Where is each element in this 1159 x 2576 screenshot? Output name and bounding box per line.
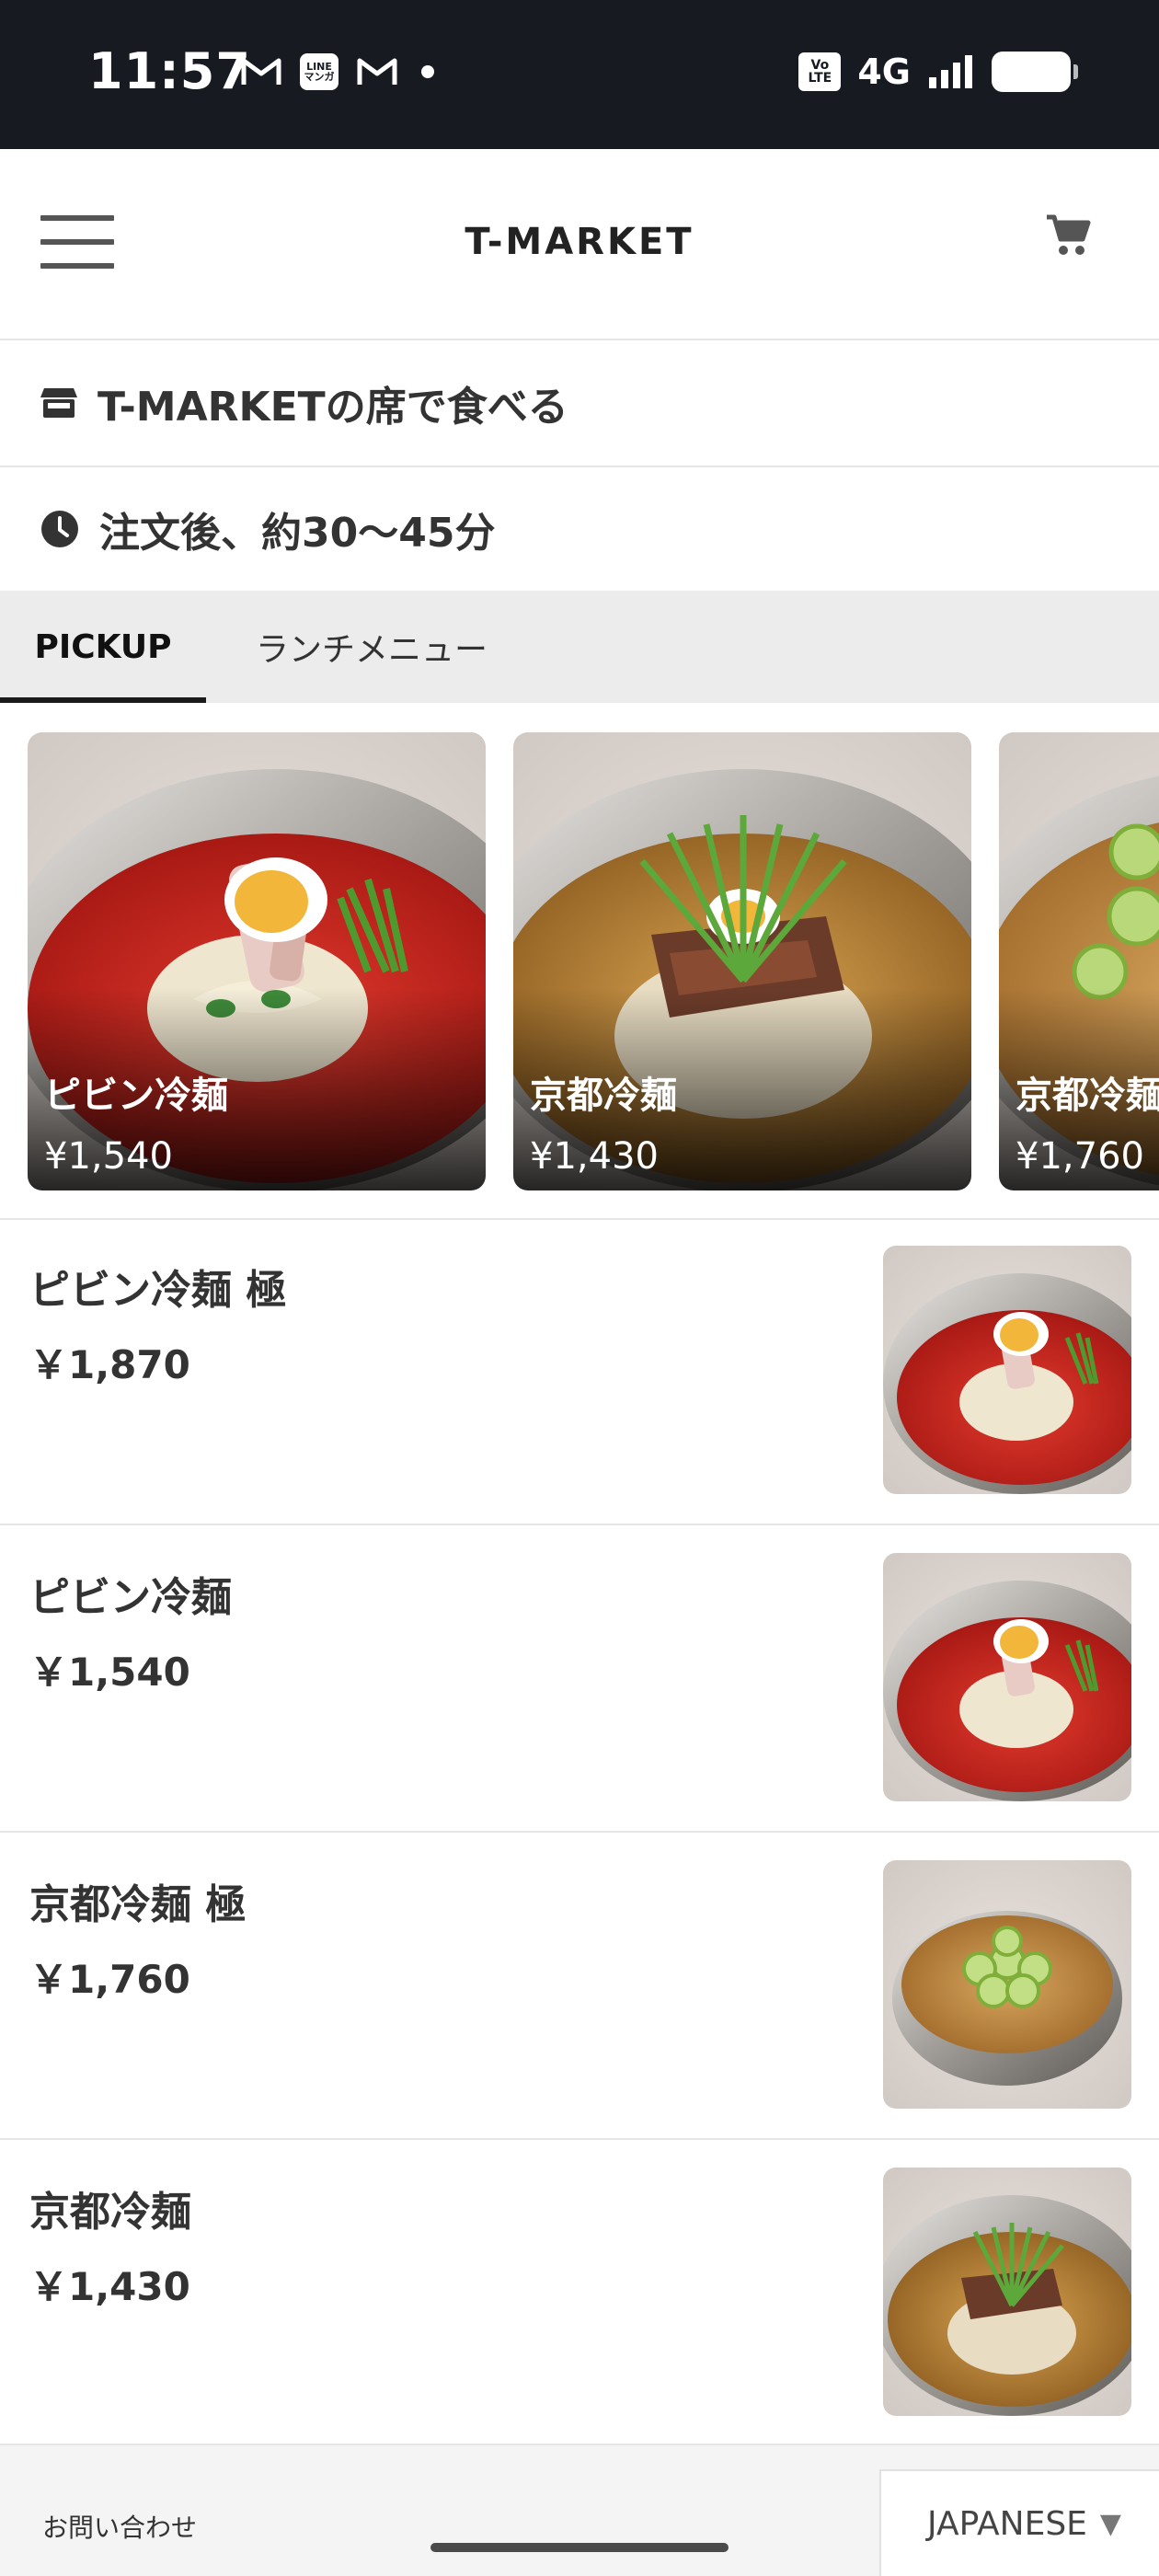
system-icons: Vo LTE 4G <box>798 52 1078 92</box>
pickup-card-price: ¥1,760 <box>1016 1135 1144 1178</box>
category-tabs: PICKUP ランチメニュー <box>0 591 1159 703</box>
status-bar: 11:57 LINE マンガ Vo LTE 4G <box>0 0 1159 149</box>
pickup-card-name: 京都冷麺 <box>530 1075 677 1117</box>
pickup-card[interactable]: 京都冷麺 ¥1,760 <box>999 732 1159 1190</box>
menu-item-image <box>883 2168 1131 2416</box>
menu-item-name: 京都冷麺 <box>29 2189 191 2236</box>
home-indicator[interactable] <box>430 2543 729 2552</box>
notification-icons: LINE マンガ <box>241 53 434 90</box>
wait-time-label: 注文後、約30〜45分 <box>99 510 496 557</box>
app-header: T-MARKET <box>0 149 1159 340</box>
battery-icon <box>992 52 1078 92</box>
gmail-icon <box>241 58 281 85</box>
volte-icon: Vo LTE <box>798 52 842 91</box>
menu-item-price: ￥1,430 <box>29 2264 190 2309</box>
pickup-card-name: ピビン冷麺 <box>44 1075 228 1117</box>
dot-icon <box>421 65 434 78</box>
menu-item-name: 京都冷麺 極 <box>29 1881 247 1928</box>
menu-item-price: ￥1,870 <box>29 1342 190 1387</box>
language-select[interactable]: JAPANESE ▼ <box>879 2469 1159 2576</box>
menu-item-image <box>883 1860 1131 2109</box>
menu-item[interactable]: ピビン冷麺 極 ￥1,870 <box>0 1220 1159 1525</box>
cart-icon[interactable] <box>1045 212 1093 259</box>
pickup-card-price: ¥1,430 <box>530 1135 659 1178</box>
menu-item[interactable]: 京都冷麺 ￥1,430 <box>0 2142 1159 2447</box>
menu-item-image <box>883 1553 1131 1801</box>
clock-icon <box>41 511 78 547</box>
pickup-carousel[interactable]: ピビン冷麺 ¥1,540 京都冷麺 ¥1,430 京都冷麺 ¥1,760 <box>0 703 1159 1220</box>
menu-item-name: ピビン冷麺 極 <box>29 1267 287 1314</box>
footer: お問い合わせ JAPANESE ▼ <box>0 2444 1159 2576</box>
pickup-card-price: ¥1,540 <box>44 1135 173 1178</box>
dine-in-row: T-MARKETの席で食べる <box>0 340 1159 467</box>
signal-icon <box>929 55 972 88</box>
dine-in-label: T-MARKETの席で食べる <box>98 384 568 431</box>
network-type: 4G <box>857 52 911 92</box>
menu-item[interactable]: ピビン冷麺 ￥1,540 <box>0 1527 1159 1833</box>
menu-item-price: ￥1,540 <box>29 1650 190 1695</box>
triangle-down-icon: ▼ <box>1099 2507 1121 2540</box>
brand-title: T-MARKET <box>465 221 694 263</box>
language-label: JAPANESE <box>927 2504 1087 2543</box>
wait-time-row: 注文後、約30〜45分 <box>0 467 1159 591</box>
menu-item[interactable]: 京都冷麺 極 ￥1,760 <box>0 1834 1159 2140</box>
pickup-card-name: 京都冷麺 <box>1016 1075 1159 1117</box>
gmail-icon <box>357 58 397 85</box>
pickup-card[interactable]: ピビン冷麺 ¥1,540 <box>28 732 486 1190</box>
contact-link[interactable]: お問い合わせ <box>42 2508 197 2545</box>
store-icon <box>40 388 77 418</box>
menu-item-price: ￥1,760 <box>29 1957 190 2002</box>
menu-item-image <box>883 1246 1131 1494</box>
tab-lunch-menu[interactable]: ランチメニュー <box>206 591 537 703</box>
tab-pickup[interactable]: PICKUP <box>0 591 206 703</box>
pickup-card[interactable]: 京都冷麺 ¥1,430 <box>513 732 971 1190</box>
menu-item-name: ピビン冷麺 <box>29 1574 232 1621</box>
line-manga-icon: LINE マンガ <box>300 53 339 90</box>
status-time: 11:57 <box>88 42 251 100</box>
